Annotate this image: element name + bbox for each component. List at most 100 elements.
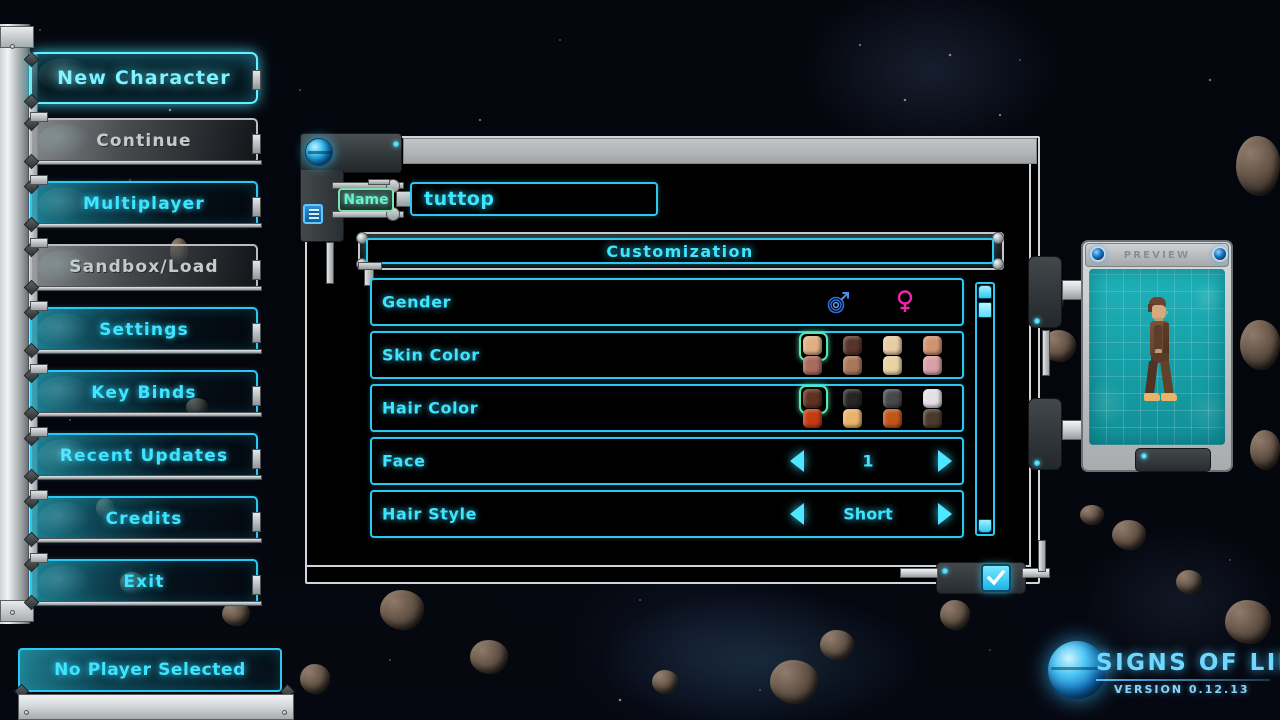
- bottom-plate: [18, 694, 294, 720]
- hair-swatch[interactable]: [798, 384, 828, 414]
- module-led: [393, 141, 399, 147]
- hair-swatch[interactable]: [882, 408, 902, 428]
- plate-bolt: [24, 710, 29, 715]
- hair-swatch[interactable]: [922, 388, 942, 408]
- skin-swatch[interactable]: [922, 355, 942, 375]
- nebula-glow: [600, 590, 920, 720]
- menu-item-exit[interactable]: Exit: [30, 559, 258, 605]
- rail-bolt: [10, 44, 15, 49]
- hair-swatch[interactable]: [882, 388, 902, 408]
- menu-item-new-character[interactable]: New Character: [30, 52, 258, 104]
- player-status-button[interactable]: No Player Selected: [18, 648, 282, 692]
- menu-item-continue[interactable]: Continue: [30, 118, 258, 164]
- skin-color-swatches: [792, 331, 952, 375]
- option-row-hair-style: Hair Style Short: [370, 490, 964, 538]
- rail-cap-top: [0, 26, 34, 48]
- skin-swatch[interactable]: [882, 335, 902, 355]
- menu-item-label: Continue: [96, 131, 192, 151]
- menu-item-settings[interactable]: Settings: [30, 307, 258, 353]
- rail-connector: [30, 112, 48, 122]
- menu-item-sandbox-load[interactable]: Sandbox/Load: [30, 244, 258, 290]
- menu-item-label: Recent Updates: [59, 446, 229, 466]
- hair-swatch[interactable]: [922, 408, 942, 428]
- rail-bolt: [10, 610, 15, 615]
- sprite-shoe-back: [1144, 393, 1160, 401]
- hair-color-swatches: [792, 384, 952, 428]
- menu-item-key-binds[interactable]: Key Binds: [30, 370, 258, 416]
- menu-item-credits[interactable]: Credits: [30, 496, 258, 542]
- arrow-right-icon[interactable]: [938, 503, 952, 525]
- name-input[interactable]: tuttop: [410, 182, 658, 216]
- button-underbar: [36, 349, 262, 354]
- module-led: [1034, 318, 1040, 324]
- customization-title-bar: Customization: [366, 238, 994, 264]
- left-rail: [0, 24, 30, 624]
- scroll-thumb[interactable]: [978, 302, 992, 318]
- button-underbar: [36, 286, 262, 291]
- button-gloss: [38, 376, 90, 410]
- scroll-down-icon[interactable]: [978, 519, 992, 533]
- skin-swatch[interactable]: [842, 335, 862, 355]
- header-foot: [358, 262, 382, 270]
- module-led: [1034, 460, 1040, 466]
- confirm-button[interactable]: [981, 564, 1011, 592]
- sprite-shoe-front: [1161, 393, 1177, 401]
- skin-swatch[interactable]: [842, 355, 862, 375]
- asteroid: [470, 640, 508, 674]
- option-row-gender: Gender: [370, 278, 964, 326]
- asteroid: [1240, 320, 1280, 370]
- hair-swatch[interactable]: [842, 408, 862, 428]
- asteroid: [820, 630, 854, 660]
- skin-swatch[interactable]: [798, 331, 828, 361]
- button-tab: [252, 386, 261, 406]
- name-label: Name: [343, 192, 389, 208]
- option-value-hair-style: Short: [843, 504, 893, 524]
- window-titlebar: [403, 138, 1037, 164]
- button-tab: [252, 70, 261, 90]
- confirm-arm-left: [900, 568, 938, 578]
- male-gender-icon[interactable]: [826, 289, 852, 315]
- button-tab: [252, 512, 261, 532]
- button-tab: [252, 449, 261, 469]
- arrow-left-icon[interactable]: [790, 450, 804, 472]
- rail-connector: [30, 301, 48, 311]
- button-gloss: [38, 124, 90, 158]
- asteroid: [1225, 600, 1271, 644]
- game-version-label: VERSION 0.12.13: [1114, 683, 1250, 696]
- plate-bolt: [282, 710, 287, 715]
- name-label-tag: Name: [338, 188, 394, 212]
- arrow-right-icon[interactable]: [938, 450, 952, 472]
- menu-item-label: Exit: [123, 572, 165, 592]
- asteroid: [652, 670, 678, 694]
- option-label-hair-style: Hair Style: [382, 504, 478, 524]
- button-underbar: [36, 160, 262, 165]
- menu-item-recent-updates[interactable]: Recent Updates: [30, 433, 258, 479]
- skin-swatch[interactable]: [922, 335, 942, 355]
- side-module-upper: [1028, 256, 1062, 328]
- rail-connector: [30, 490, 48, 500]
- skin-swatch[interactable]: [802, 355, 822, 375]
- planet-orb-icon: [305, 138, 333, 166]
- hair-swatch[interactable]: [842, 388, 862, 408]
- preview-title: PREVIEW: [1123, 249, 1191, 261]
- arrow-left-icon[interactable]: [790, 503, 804, 525]
- button-gloss: [38, 502, 90, 536]
- menu-item-multiplayer[interactable]: Multiplayer: [30, 181, 258, 227]
- customization-scrollbar[interactable]: [975, 282, 995, 536]
- sprite-leg-back: [1144, 360, 1158, 396]
- scroll-up-icon[interactable]: [978, 285, 992, 299]
- menu-item-label: Settings: [99, 320, 189, 340]
- menu-item-label: Multiplayer: [83, 194, 205, 214]
- asteroid: [940, 600, 970, 630]
- skin-swatch[interactable]: [882, 355, 902, 375]
- asteroid: [300, 664, 330, 694]
- hair-swatch[interactable]: [802, 408, 822, 428]
- option-label-hair-color: Hair Color: [382, 398, 479, 418]
- rail-connector: [30, 175, 48, 185]
- female-gender-icon[interactable]: [892, 289, 918, 315]
- rail-connector: [30, 364, 48, 374]
- window-module-button[interactable]: [303, 204, 323, 224]
- sprite-head: [1152, 305, 1166, 319]
- player-status-label: No Player Selected: [54, 660, 246, 680]
- preview-bolt-right: [1212, 246, 1228, 262]
